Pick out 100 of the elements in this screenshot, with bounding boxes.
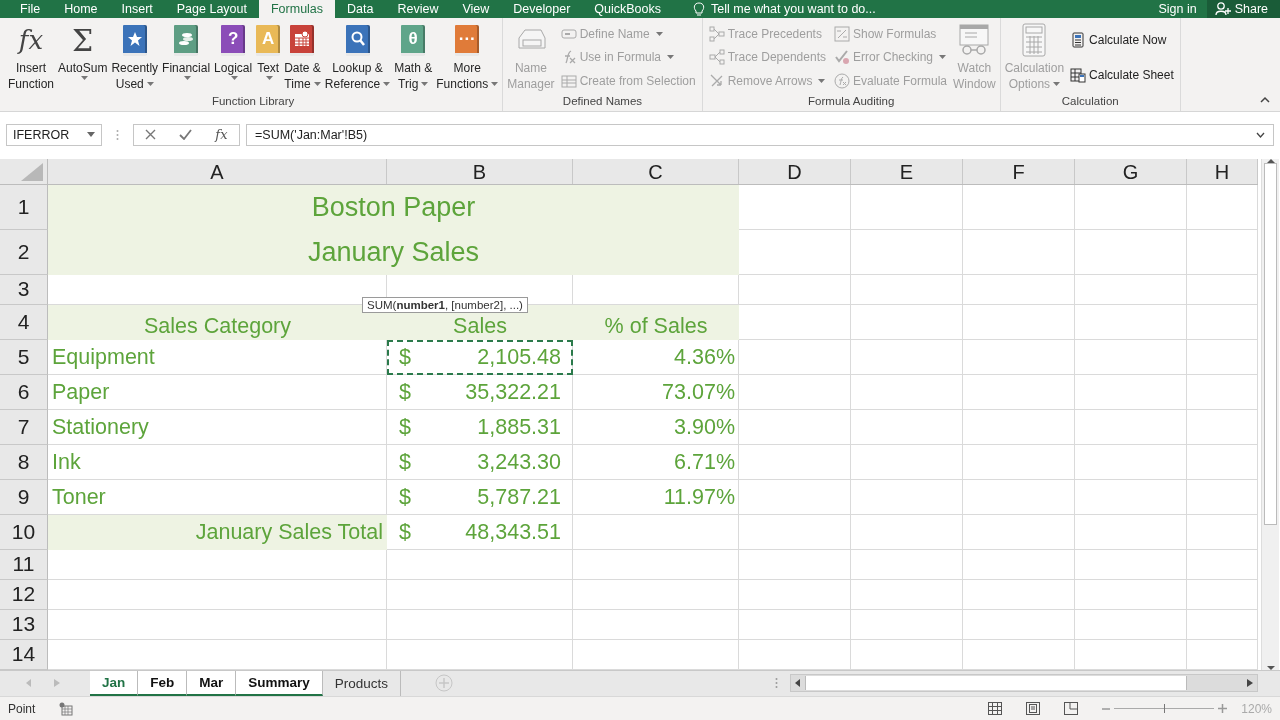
book-icon: ··· [455,24,480,56]
menu-tab[interactable]: Data [335,0,386,18]
ribbon-button[interactable]: Calculate Sheet [1070,64,1174,87]
scroll-thumb[interactable] [805,676,1187,691]
status-mode: Point [8,701,36,716]
table-cell-text: 6.71% [673,448,736,476]
name-box[interactable]: IFERROR [6,123,102,146]
group-label: Function Library [211,94,295,109]
row-header[interactable]: 6 [0,374,48,410]
book-icon: θ [401,24,426,56]
column-header[interactable]: H [1187,158,1258,184]
table-cell: January Sales Total [48,514,387,550]
zoom-in-icon[interactable] [1218,704,1228,714]
column-header[interactable]: B [387,158,573,184]
dropdown-icon [87,132,95,138]
scroll-thumb[interactable] [1264,162,1277,525]
sheet-tab[interactable]: Jan [90,670,139,697]
ribbon-button[interactable]: A Text [254,20,283,95]
menu-tab[interactable]: File [8,0,53,18]
table-cell: January Sales [48,229,739,275]
page-break-icon[interactable] [1064,702,1079,716]
book-icon: A [256,24,281,56]
check-icon[interactable] [179,129,193,141]
table-cell-text: 4.36% [673,343,736,371]
share-button[interactable]: Share [1206,0,1280,18]
menu-tab[interactable]: Formulas [258,0,336,18]
sheet-tab[interactable]: Mar [187,670,237,697]
normal-view-icon[interactable] [988,702,1003,716]
row-header[interactable]: 12 [0,579,48,610]
row-header[interactable]: 1 [0,184,48,230]
sheet-tab[interactable]: Feb [138,670,188,697]
column-header[interactable]: D [739,158,851,184]
row-header[interactable]: 7 [0,409,48,445]
table-cell-text: 11.97% [662,483,736,511]
table-cell-text: 3.90% [673,413,736,441]
column-header[interactable]: C [573,158,739,184]
menu-tab[interactable]: View [450,0,502,18]
column-header[interactable]: F [963,158,1075,184]
tell-me-search[interactable]: Tell me what you want to do... [711,2,876,16]
ribbon-button[interactable]: Recently Used [109,20,161,95]
menu-tab[interactable]: Insert [109,0,165,18]
menu-tab[interactable]: Review [385,0,451,18]
sheet-tab[interactable]: Summary [236,670,323,697]
row-header[interactable]: 4 [0,304,48,340]
lightbulb-icon [693,2,706,16]
menu-tab[interactable]: Page Layout [164,0,259,18]
insert-function-button[interactable]: fx [215,127,228,143]
collapse-ribbon-icon[interactable] [1260,95,1270,103]
row-header[interactable]: 11 [0,549,48,580]
table-cell-text: $ 48,343.51 [398,518,562,546]
table-cell-text: $ 1,885.31 [398,413,562,441]
row-header[interactable]: 8 [0,444,48,480]
page-layout-icon[interactable] [1026,702,1041,716]
ribbon-button[interactable]: Σ AutoSum [56,20,110,95]
table-cell: Boston Paper [48,184,739,230]
row-header[interactable]: 5 [0,339,48,375]
row-header[interactable]: 10 [0,514,48,550]
table-cell-text: Equipment [51,343,156,371]
formula-field[interactable]: =SUM('Jan:Mar'!B5) [246,123,1274,146]
group-label: Calculation [1061,94,1119,109]
scroll-left-icon[interactable] [795,679,801,688]
table-cell-text: 73.07% [661,378,736,406]
sign-in-link[interactable]: Sign in [1158,0,1197,18]
book-icon: ? [221,24,246,56]
ribbon-button[interactable]: Calculate Now [1070,28,1174,51]
row-header[interactable]: 14 [0,639,48,670]
group-label: Defined Names [562,94,643,109]
table-cell-text: Ink [51,448,82,476]
row-header[interactable]: 13 [0,609,48,640]
expand-icon[interactable] [1256,131,1265,138]
menu-tab[interactable]: QuickBooks [582,0,674,18]
ribbon-button[interactable]: ? Logical [212,20,255,95]
menu-tab[interactable]: Home [52,0,110,18]
ribbon-button[interactable]: Financial [160,20,213,95]
table-cell-text: Toner [51,483,107,511]
ribbon-button[interactable]: Lookup & Reference [322,20,393,95]
row-header[interactable]: 2 [0,229,48,275]
column-header[interactable]: G [1075,158,1187,184]
ribbon-button[interactable]: fx Insert Function [6,20,57,95]
menu-tab[interactable]: Developer [501,0,583,18]
row-header[interactable]: 3 [0,274,48,305]
scroll-right-icon[interactable] [1247,679,1253,688]
row-header[interactable]: 9 [0,479,48,515]
horizontal-scrollbar[interactable] [790,674,1258,693]
vertical-scrollbar[interactable] [1261,158,1279,670]
ribbon-button[interactable]: θ Math & Trig [392,20,435,95]
ribbon-button[interactable]: ··· More Functions [434,20,501,95]
table-cell-text: $ 5,787.21 [398,483,562,511]
grip-icon[interactable] [775,677,778,690]
column-header[interactable]: E [851,158,963,184]
function-icon: fx [18,25,44,55]
column-header[interactable]: A [48,158,387,184]
cancel-icon[interactable] [145,129,157,141]
person-icon [1214,2,1231,16]
grip-icon [116,128,119,141]
ribbon-button[interactable]: Date & Time [282,20,323,95]
table-cell-text: $ 35,322.21 [398,378,562,406]
table-cell-text: $ 3,243.30 [398,448,562,476]
macro-record-icon[interactable] [59,701,74,716]
table-cell: $ 2,105.48 [387,339,573,375]
